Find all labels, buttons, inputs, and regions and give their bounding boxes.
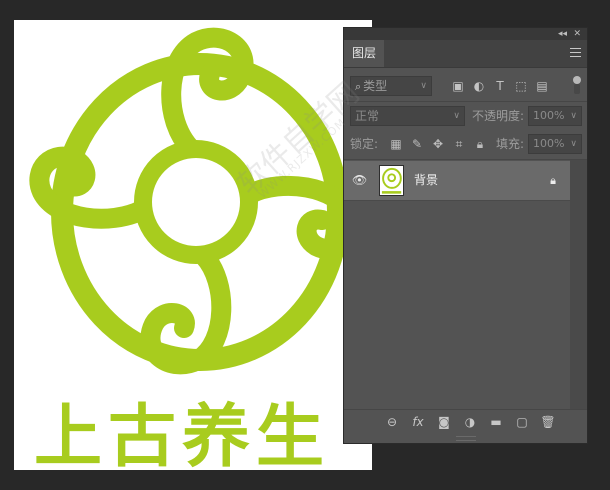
opacity-value: 100% [533,109,565,122]
close-icon[interactable]: ✕ [573,28,581,40]
new-adjustment-icon[interactable]: ◑ [462,414,478,430]
opacity-field[interactable]: 100% ∨ [528,106,582,126]
divider [344,101,587,102]
chevron-down-icon: ∨ [453,111,460,121]
lock-all-icon[interactable]: 🔒︎ [472,136,488,152]
lock-label: 锁定: [350,137,379,151]
layer-row[interactable]: 👁︎ 背景 🔒︎ [344,161,570,201]
eye-icon[interactable]: 👁︎ [352,173,368,187]
collapse-icon[interactable]: ◂◂ [558,28,567,40]
fill-label: 填充: [496,137,525,151]
blend-mode-select[interactable]: 正常 ∨ [350,106,465,126]
fill-value: 100% [533,137,565,150]
search-icon: ⌕ [355,80,362,93]
layers-list: 👁︎ 背景 🔒︎ [344,159,587,410]
type-filter-icon[interactable]: T [492,78,508,94]
filter-toggle[interactable] [572,76,582,96]
resize-grip[interactable] [456,436,476,441]
chevron-down-icon: ∨ [570,139,577,149]
filter-kind-label: 类型 [363,79,388,93]
lock-move-icon[interactable]: ✥ [430,136,446,152]
tab-layers[interactable]: 图层 [344,40,384,67]
filter-row: ⌕ 类型 ∨ ▣ ◐ T ⬚ ▤ [344,76,587,98]
image-filter-icon[interactable]: ▣ [450,78,466,94]
fill-field[interactable]: 100% ∨ [528,134,582,154]
smart-object-filter-icon[interactable]: ▤ [534,78,550,94]
delete-layer-icon[interactable]: 🗑︎ [540,414,556,430]
layer-name[interactable]: 背景 [414,161,438,200]
panel-titlebar[interactable]: ◂◂ ✕ [344,28,587,40]
new-group-icon[interactable]: ▬ [488,414,504,430]
document-canvas[interactable]: 上古养生 软件自学网 WWW.RJZXW.COM [14,20,372,470]
add-mask-icon[interactable]: ◙ [436,414,452,430]
menu-icon[interactable] [570,48,581,58]
logo-text: 上古养生 [34,398,331,470]
blend-mode-value: 正常 [355,109,380,123]
filter-kind-select[interactable]: ⌕ 类型 ∨ [350,76,432,96]
layers-panel: ◂◂ ✕ 图层 ⌕ 类型 ∨ ▣ ◐ T ⬚ ▤ 正常 ∨ 不透明度: 100% ∨ 锁定 [343,27,588,444]
lock-icon[interactable]: 🔒︎ [550,174,556,188]
lock-paint-icon[interactable]: ✎ [409,136,425,152]
chevron-down-icon: ∨ [420,81,427,91]
scrollbar[interactable] [570,160,587,410]
blend-row: 正常 ∨ 不透明度: 100% ∨ [344,106,587,128]
panel-tabbar: 图层 [344,40,587,68]
lock-artboard-icon[interactable]: ⌗ [451,136,467,152]
link-layers-icon[interactable]: ⊖ [384,414,400,430]
opacity-label: 不透明度: [472,109,525,123]
layer-thumbnail [379,165,404,196]
panel-bottom-bar: ⊖ fx ◙ ◑ ▬ ▢ 🗑︎ [344,409,587,435]
lock-transparent-icon[interactable]: ▦ [388,136,404,152]
chevron-down-icon: ∨ [570,111,577,121]
adjustment-filter-icon[interactable]: ◐ [471,78,487,94]
shape-filter-icon[interactable]: ⬚ [513,78,529,94]
new-layer-icon[interactable]: ▢ [514,414,530,430]
fx-icon[interactable]: fx [410,414,426,430]
lock-row: 锁定: ▦ ✎ ✥ ⌗ 🔒︎ 填充: 100% ∨ [344,134,587,156]
